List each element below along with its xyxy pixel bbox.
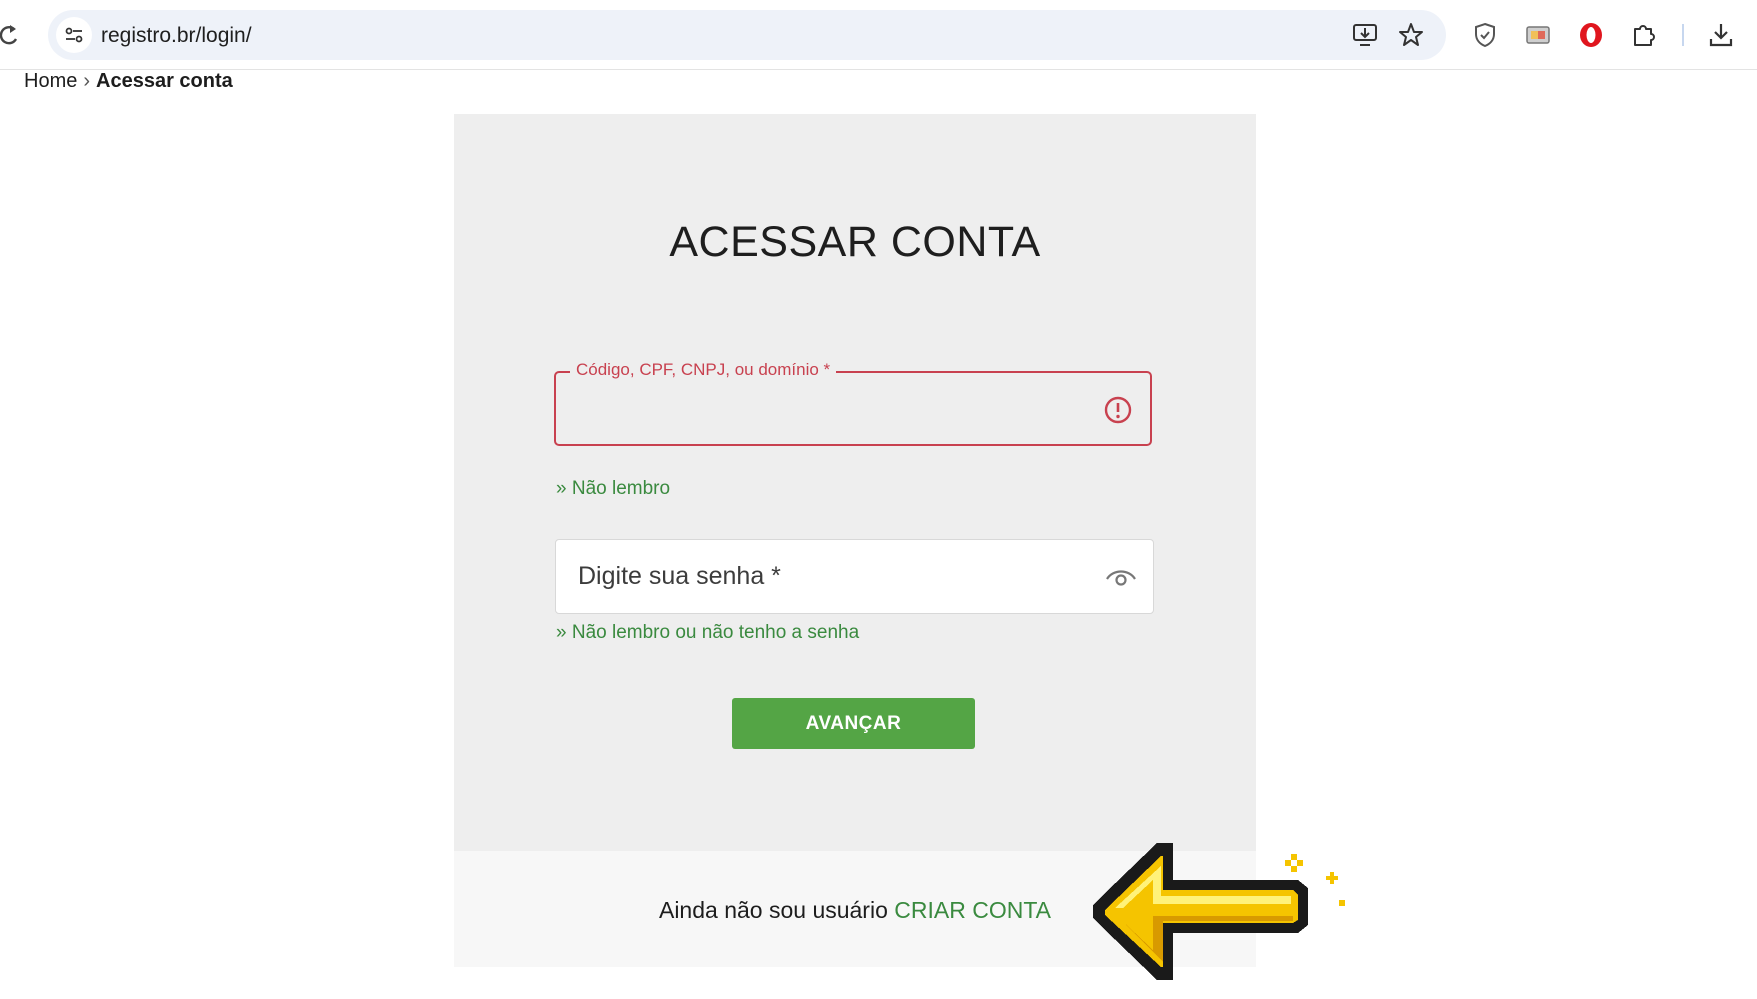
site-info-icon[interactable] — [56, 17, 92, 53]
bookmark-star-icon[interactable] — [1398, 22, 1424, 48]
password-placeholder: Digite sua senha * — [578, 562, 781, 590]
create-account-link[interactable]: CRIAR CONTA — [894, 897, 1051, 923]
signup-prompt-text: Ainda não sou usuário — [658, 897, 888, 923]
password-field[interactable]: Digite sua senha * — [555, 539, 1154, 614]
breadcrumb-home-link[interactable]: Home — [24, 70, 77, 92]
address-bar[interactable]: registro.br/login/ — [48, 10, 1446, 60]
install-app-icon[interactable] — [1352, 22, 1378, 48]
browser-toolbar: registro.br/login/ — [0, 0, 1757, 70]
forgot-password-link[interactable]: » Não lembro ou não tenho a senha — [556, 622, 859, 644]
cast-extension-icon[interactable] — [1524, 21, 1552, 49]
toolbar-separator — [1682, 24, 1684, 46]
opera-extension-icon[interactable] — [1577, 21, 1605, 49]
code-field[interactable]: Código, CPF, CNPJ, ou domínio * — [554, 360, 1152, 446]
code-input[interactable] — [576, 391, 1080, 429]
extensions-puzzle-icon[interactable] — [1630, 21, 1658, 49]
breadcrumb: Home › Acessar conta — [24, 70, 233, 93]
download-icon[interactable] — [1707, 21, 1735, 49]
url-text[interactable]: registro.br/login/ — [101, 24, 252, 48]
breadcrumb-current: Acessar conta — [96, 70, 233, 92]
eye-icon[interactable] — [1104, 564, 1138, 590]
page-title: ACESSAR CONTA — [669, 218, 1041, 266]
code-field-label: Código, CPF, CNPJ, ou domínio * — [570, 360, 837, 380]
breadcrumb-separator: › — [83, 70, 91, 92]
shield-extension-icon[interactable] — [1471, 21, 1499, 49]
forgot-code-link[interactable]: » Não lembro — [556, 478, 670, 500]
error-icon — [1104, 396, 1132, 424]
submit-button[interactable]: AVANÇAR — [732, 698, 975, 749]
reload-icon[interactable] — [0, 22, 22, 48]
pointer-arrow-icon — [1093, 843, 1345, 980]
login-card: ACESSAR CONTA Código, CPF, CNPJ, ou domí… — [454, 114, 1256, 851]
